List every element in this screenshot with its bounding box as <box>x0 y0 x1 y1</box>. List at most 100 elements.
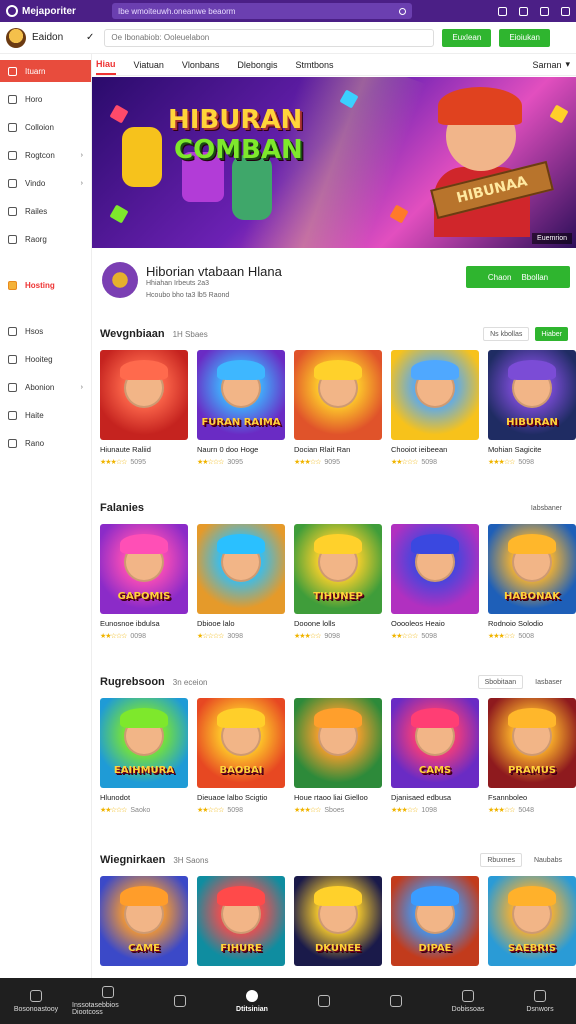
game-card[interactable]: DIPAE <box>391 876 479 966</box>
section-filter-button[interactable]: Ns kbollas <box>483 327 530 341</box>
sidebar-item-raorg[interactable]: Raorg <box>0 228 91 250</box>
bottom-nav-item-2[interactable] <box>144 978 216 1024</box>
game-thumbnail[interactable] <box>391 524 479 614</box>
game-card[interactable]: Houe rtaoo liai Gielloo ★★★☆☆ Sboes <box>294 698 382 814</box>
bottom-nav-item-5[interactable] <box>360 978 432 1024</box>
bottom-nav-item-6[interactable]: Dobissoas <box>432 978 504 1024</box>
game-card-rating: ★★★☆☆ 5098 <box>488 458 576 466</box>
sidebar-item-colloion[interactable]: Colloion <box>0 116 91 138</box>
section-more-button[interactable]: Iasbaser <box>529 675 568 689</box>
sidebar-item-hooiteg[interactable]: Hooiteg <box>0 348 91 370</box>
sidebar: Ituarn Horo Colloion Rogtcon › Vindo › Railes Ra… <box>0 54 92 978</box>
sidebar-item-abonion[interactable]: Abonion › <box>0 376 91 398</box>
game-thumbnail[interactable] <box>197 524 285 614</box>
game-thumbnail[interactable]: PRAMUS <box>488 698 576 788</box>
game-card[interactable]: EAIHMURA Hlunodot ★★☆☆☆ Saoko <box>100 698 188 814</box>
game-meta: Hcoubo bho ta3 lb5 Raond <box>146 292 230 299</box>
game-thumbnail[interactable]: CAME <box>100 876 188 966</box>
sidebar-item-haite[interactable]: Haite <box>0 404 91 426</box>
sidebar-item-rano[interactable]: Rano <box>0 432 91 454</box>
game-card[interactable]: SAEBRIS <box>488 876 576 966</box>
game-thumbnail[interactable]: HABONAK <box>488 524 576 614</box>
tab-2[interactable]: Vlonbans <box>182 56 220 74</box>
bottom-nav-item-1[interactable]: Inssotasebbios Diootcoss <box>72 978 144 1024</box>
game-card[interactable]: CAME <box>100 876 188 966</box>
game-thumbnail[interactable]: HIBURAN <box>488 350 576 440</box>
game-thumbnail[interactable] <box>100 350 188 440</box>
bottom-nav-item-3[interactable]: Dtitsinian <box>216 978 288 1024</box>
person-icon <box>534 989 546 1002</box>
header-button-2[interactable]: Eioiukan <box>499 28 550 47</box>
sidebar-item-hsos[interactable]: Hsos <box>0 320 91 342</box>
tab-1[interactable]: Viatuan <box>134 56 164 74</box>
section-filter-button[interactable]: Sbobitaan <box>477 675 524 689</box>
game-card[interactable]: Hiunaute Raliid ★★★☆☆ 5095 <box>100 350 188 466</box>
game-card[interactable]: CAMS Djanisaed edbusa ★★★☆☆ 1098 <box>391 698 479 814</box>
menu-icon[interactable] <box>561 6 570 16</box>
game-card[interactable]: Ooooleos Heaio ★★☆☆☆ 5098 <box>391 524 479 640</box>
rating-stars: ★★☆☆☆ <box>197 807 224 814</box>
tab-4[interactable]: Stmtbons <box>295 56 333 74</box>
game-thumbnail[interactable]: GAPOMIS <box>100 524 188 614</box>
chevron-right-icon: › <box>80 179 83 187</box>
sidebar-item-hosting[interactable]: Hosting <box>0 274 91 296</box>
game-thumbnail[interactable]: FIHURE <box>197 876 285 966</box>
game-thumbnail[interactable]: TIHUNEP <box>294 524 382 614</box>
sidebar-item-rogtcon[interactable]: Rogtcon › <box>0 144 91 166</box>
sidebar-item-railes[interactable]: Railes <box>0 200 91 222</box>
bottom-nav-label: Dsnwors <box>526 1005 554 1013</box>
sidebar-item-horo[interactable]: Horo <box>0 88 91 110</box>
game-card[interactable]: Chooiot ieibeean ★★☆☆☆ 5098 <box>391 350 479 466</box>
heart-icon[interactable] <box>498 6 507 16</box>
section-filter-button[interactable]: Rbuxnes <box>480 853 522 867</box>
game-card[interactable]: FIHURE <box>197 876 285 966</box>
game-thumbnail[interactable]: CAMS <box>391 698 479 788</box>
play-button[interactable]: Chaon Bbollan <box>466 266 570 288</box>
address-bar[interactable]: Ibe wmoiteuwh.oneanwe beaorm <box>112 3 412 19</box>
address-text: Ibe wmoiteuwh.oneanwe beaorm <box>118 6 236 16</box>
header-button-1[interactable]: Euxlean <box>442 28 492 47</box>
game-thumbnail[interactable]: BAOBAI <box>197 698 285 788</box>
game-card[interactable]: TIHUNEP Dooone lolls ★★★☆☆ 9098 <box>294 524 382 640</box>
game-card[interactable]: PRAMUS Fsannboleo ★★★☆☆ 5048 <box>488 698 576 814</box>
cube-decoration <box>109 104 129 124</box>
game-thumbnail[interactable]: EAIHMURA <box>100 698 188 788</box>
bottom-nav-item-7[interactable]: Dsnwors <box>504 978 576 1024</box>
game-card[interactable]: HABONAK Rodnoio Solodio ★★★☆☆ 5008 <box>488 524 576 640</box>
bottom-nav: Bosonoastooy Inssotasebbios Diootcoss Dtit… <box>0 978 576 1024</box>
game-card[interactable]: Docian Rlait Ran ★★★☆☆ 9095 <box>294 350 382 466</box>
username[interactable]: Eaidon <box>32 32 86 43</box>
game-thumbnail[interactable]: FURAN RAIMA <box>197 350 285 440</box>
section-more-button[interactable]: Iabsbaner <box>525 501 568 515</box>
bell-icon[interactable] <box>540 6 549 16</box>
reload-icon[interactable] <box>399 7 406 15</box>
game-card[interactable]: DKUNEE <box>294 876 382 966</box>
game-card-rating: ★★☆☆☆ 0098 <box>100 632 188 640</box>
sidebar-item-vindo[interactable]: Vindo › <box>0 172 91 194</box>
shield-icon[interactable] <box>519 6 528 16</box>
avatar[interactable] <box>6 27 26 48</box>
bottom-nav-item-0[interactable]: Bosonoastooy <box>0 978 72 1024</box>
game-thumbnail[interactable]: SAEBRIS <box>488 876 576 966</box>
game-card[interactable]: GAPOMIS Eunosnoe ibdulsa ★★☆☆☆ 0098 <box>100 524 188 640</box>
game-thumbnail[interactable]: DIPAE <box>391 876 479 966</box>
game-card[interactable]: Dbiooe lalo ★☆☆☆☆ 3098 <box>197 524 285 640</box>
tab-0[interactable]: Hiau <box>96 55 116 75</box>
game-thumbnail[interactable]: DKUNEE <box>294 876 382 966</box>
game-card[interactable]: HIBURAN Mohian Sagicite ★★★☆☆ 5098 <box>488 350 576 466</box>
game-thumbnail[interactable] <box>391 350 479 440</box>
bottom-nav-label: Dobissoas <box>451 1005 485 1013</box>
section-more-button[interactable]: Naubabs <box>528 853 568 867</box>
tab-3[interactable]: Dlebongis <box>237 56 277 74</box>
game-thumbnail[interactable] <box>294 698 382 788</box>
search-input[interactable] <box>104 28 435 47</box>
sidebar-item-ituarn[interactable]: Ituarn <box>0 60 91 82</box>
game-thumbnail[interactable] <box>294 350 382 440</box>
hero-banner[interactable]: HIBURAN COMBAN HIBUNAA Euemrion <box>92 77 576 248</box>
game-card[interactable]: BAOBAI Dieuaoe lalbo Scigtio ★★☆☆☆ 5098 <box>197 698 285 814</box>
game-card[interactable]: FURAN RAIMA Naurn 0 doo Hoge ★★☆☆☆ 3095 <box>197 350 285 466</box>
folder-icon <box>8 234 17 244</box>
bottom-nav-item-4[interactable] <box>288 978 360 1024</box>
sort-control[interactable]: Sarnan ▾ <box>532 59 570 70</box>
section-more-button[interactable]: Hiaber <box>535 327 568 341</box>
